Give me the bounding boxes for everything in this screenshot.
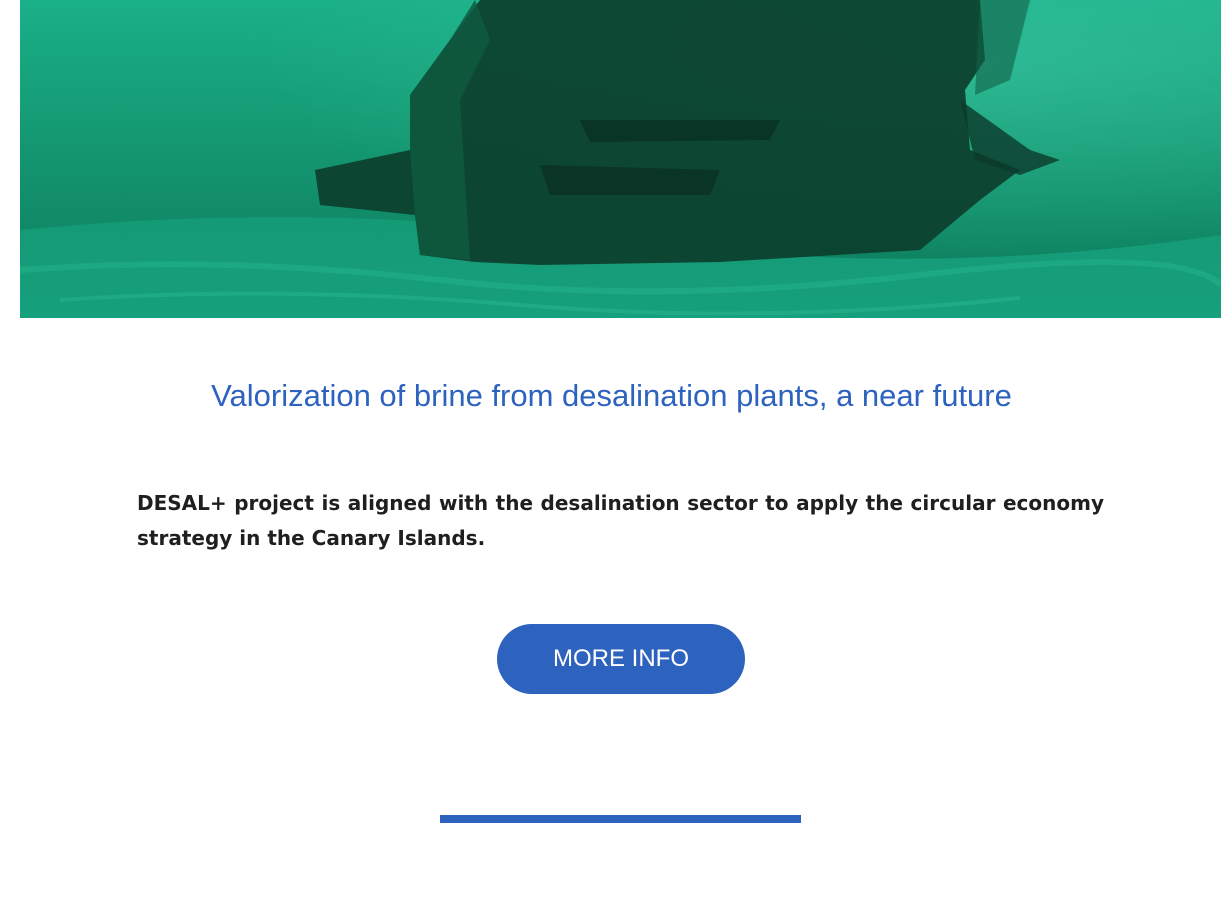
hero-image-illustration [20,0,1221,318]
section-divider [440,815,801,823]
article-title: Valorization of brine from desalination … [211,378,1012,413]
hero-image-underwater-structure [20,0,1221,318]
article-intro: DESAL+ project is aligned with the desal… [137,491,1104,550]
more-info-button[interactable]: MORE INFO [497,624,745,694]
